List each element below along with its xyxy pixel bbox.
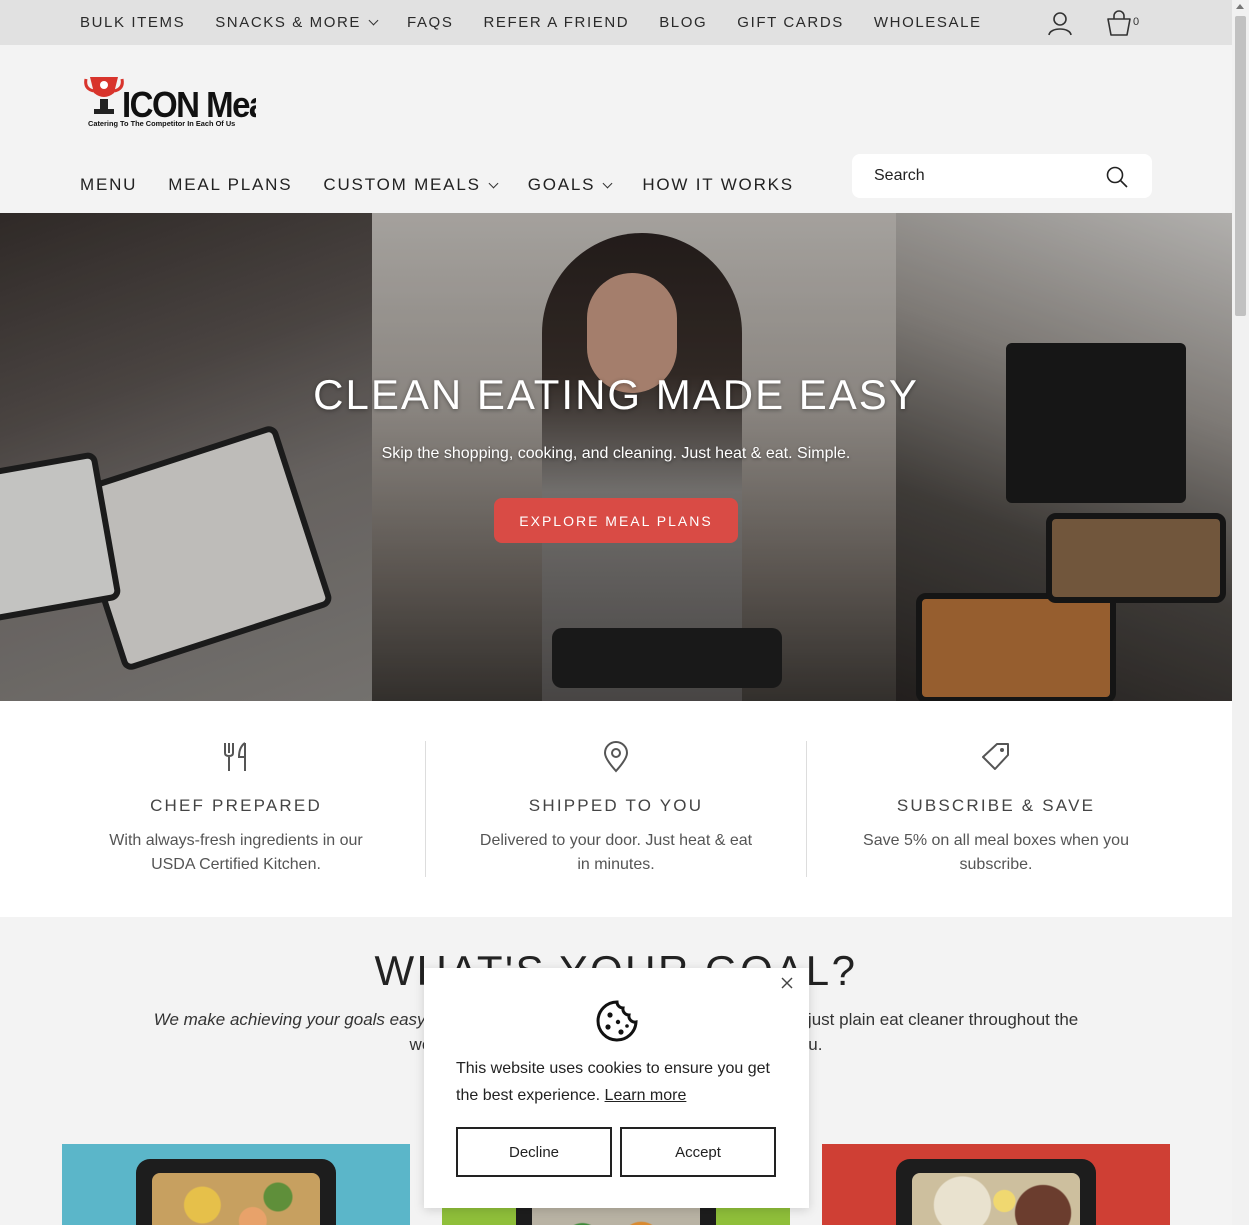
- hero-title: CLEAN EATING MADE EASY: [313, 371, 919, 418]
- trophy-icon: [84, 77, 124, 114]
- nav-menu-label: MENU: [80, 175, 138, 194]
- cookie-icon: [596, 1000, 638, 1042]
- goal-card-lose-weight[interactable]: [62, 1144, 410, 1225]
- nav-how-it-works-label: HOW IT WORKS: [642, 175, 794, 194]
- utility-nav: BULK ITEMS SNACKS & MORE FAQS REFER A FR…: [80, 0, 1012, 45]
- hero-subtitle: Skip the shopping, cooking, and cleaning…: [381, 445, 851, 462]
- utensils-icon: [224, 742, 246, 771]
- svg-text:Catering To The Competitor In: Catering To The Competitor In Each Of Us: [88, 119, 235, 128]
- meal-food: [152, 1173, 320, 1225]
- cart-count: 0: [1133, 16, 1140, 28]
- scrollbar-thumb[interactable]: [1235, 16, 1246, 316]
- page-scrollbar[interactable]: [1232, 0, 1249, 1225]
- nav-blog-label: BLOG: [659, 14, 708, 31]
- nav-how-it-works[interactable]: HOW IT WORKS: [642, 175, 794, 195]
- tag-icon: [982, 743, 1009, 770]
- meal-food: [912, 1173, 1080, 1225]
- search-icon[interactable]: [1105, 165, 1129, 189]
- nav-blog[interactable]: BLOG: [659, 14, 707, 31]
- goal-card-eat-clean[interactable]: [822, 1144, 1170, 1225]
- nav-wholesale-label: WHOLESALE: [873, 14, 982, 31]
- nav-faqs[interactable]: FAQS: [407, 14, 453, 31]
- nav-refer-label: REFER A FRIEND: [483, 14, 630, 31]
- decline-button[interactable]: Decline: [456, 1127, 612, 1177]
- learn-more-link[interactable]: Learn more: [605, 1087, 687, 1104]
- nav-custom-meals[interactable]: CUSTOM MEALS: [323, 175, 499, 195]
- feature-subscribe-save: SUBSCRIBE & SAVE Save 5% on all meal box…: [806, 701, 1186, 917]
- nav-snacks-more-label: SNACKS & MORE: [215, 14, 362, 31]
- feature-title: SHIPPED TO YOU: [528, 796, 704, 815]
- nav-goals-label: GOALS: [527, 175, 596, 194]
- nav-refer-a-friend[interactable]: REFER A FRIEND: [483, 14, 629, 31]
- nav-gift-cards-label: GIFT CARDS: [737, 14, 844, 31]
- cookie-message: This website uses cookies to ensure you …: [456, 1055, 786, 1109]
- chevron-down-icon: [488, 178, 499, 188]
- meal-container: [136, 1159, 336, 1225]
- feature-desc: With always-fresh ingredients in our USD…: [109, 832, 363, 873]
- nav-bulk-items-label: BULK ITEMS: [80, 14, 186, 31]
- icon-meals-logo[interactable]: ICON Meals Catering To The Competitor In…: [84, 71, 256, 133]
- search-input[interactable]: [874, 154, 1094, 198]
- nav-gift-cards[interactable]: GIFT CARDS: [737, 14, 844, 31]
- feature-title: CHEF PREPARED: [150, 796, 322, 815]
- nav-meal-plans[interactable]: MEAL PLANS: [168, 175, 292, 195]
- nav-wholesale[interactable]: WHOLESALE: [874, 14, 982, 31]
- accept-button[interactable]: Accept: [620, 1127, 776, 1177]
- nav-faqs-label: FAQS: [407, 14, 454, 31]
- cookie-consent-popup: This website uses cookies to ensure you …: [424, 968, 809, 1208]
- nav-goals[interactable]: GOALS: [527, 175, 613, 195]
- hero-banner: CLEAN EATING MADE EASY Skip the shopping…: [0, 213, 1232, 701]
- location-pin-icon: [603, 741, 629, 773]
- nav-bulk-items[interactable]: BULK ITEMS: [80, 14, 185, 31]
- scroll-up-arrow-icon[interactable]: [1236, 4, 1244, 9]
- chevron-down-icon: [602, 178, 613, 188]
- feature-desc: Delivered to your door. Just heat & eat …: [479, 832, 753, 873]
- nav-custom-meals-label: CUSTOM MEALS: [323, 175, 481, 194]
- chevron-down-icon: [368, 15, 379, 26]
- nav-snacks-more[interactable]: SNACKS & MORE: [215, 14, 379, 31]
- nav-meal-plans-label: MEAL PLANS: [168, 175, 293, 194]
- explore-meal-plans-button[interactable]: EXPLORE MEAL PLANS: [494, 498, 738, 543]
- feature-shipped-to-you: SHIPPED TO YOU Delivered to your door. J…: [426, 701, 806, 917]
- close-icon[interactable]: [780, 976, 794, 990]
- nav-menu[interactable]: MENU: [80, 175, 137, 195]
- main-nav: MENU MEAL PLANS CUSTOM MEALS GOALS HOW I…: [80, 173, 825, 197]
- features-section: CHEF PREPARED With always-fresh ingredie…: [0, 701, 1232, 917]
- feature-chef-prepared: CHEF PREPARED With always-fresh ingredie…: [46, 701, 426, 917]
- meal-container: [896, 1159, 1096, 1225]
- search-box: [852, 154, 1152, 198]
- user-icon[interactable]: [1047, 10, 1073, 36]
- cart-icon[interactable]: [1106, 9, 1132, 37]
- goals-intro-lead: We make achieving your goals easy.: [153, 1010, 430, 1029]
- site-header: ICON Meals Catering To The Competitor In…: [0, 45, 1232, 213]
- feature-title: SUBSCRIBE & SAVE: [896, 796, 1096, 815]
- feature-desc: Save 5% on all meal boxes when you subsc…: [863, 832, 1129, 873]
- top-utility-bar: BULK ITEMS SNACKS & MORE FAQS REFER A FR…: [0, 0, 1232, 45]
